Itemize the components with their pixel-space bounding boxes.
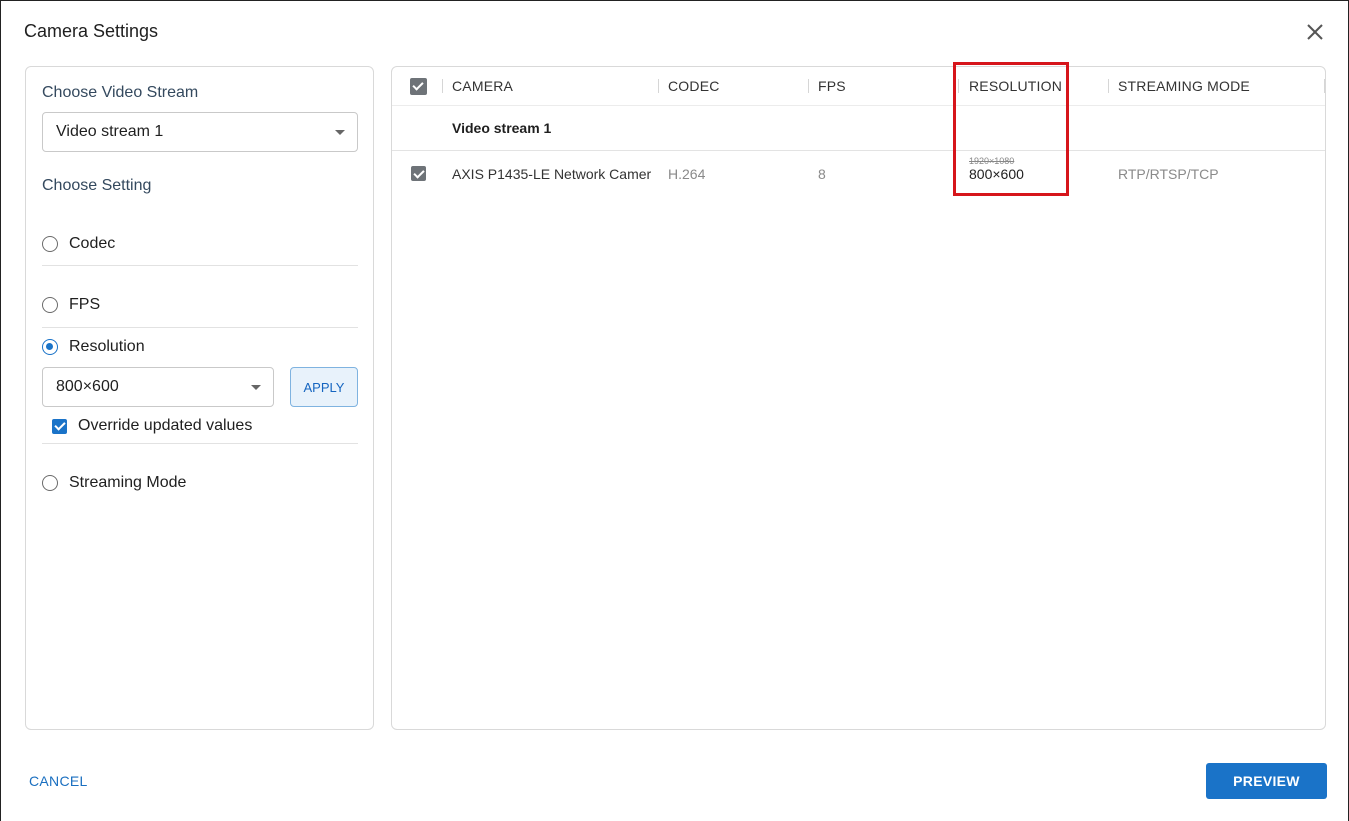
column-header-streaming-mode[interactable]: STREAMING MODE: [1118, 78, 1250, 94]
resolution-label: Resolution: [69, 338, 145, 355]
streaming-mode-radio[interactable]: [42, 475, 58, 491]
codec-value: H.264: [668, 166, 706, 182]
streaming-mode-value: RTP/RTSP/TCP: [1118, 166, 1219, 182]
choose-setting-label: Choose Setting: [42, 177, 152, 194]
fps-value: 8: [818, 166, 826, 182]
column-separator: [1324, 79, 1325, 93]
codec-radio[interactable]: [42, 236, 58, 252]
column-header-codec[interactable]: CODEC: [668, 78, 720, 94]
chevron-down-icon: [251, 385, 261, 390]
column-separator: [658, 79, 659, 93]
select-all-checkbox[interactable]: [410, 78, 427, 95]
divider: [42, 265, 358, 266]
table-header: CAMERA CODEC FPS RESOLUTION STREAMING MO…: [392, 67, 1325, 106]
choose-video-stream-label: Choose Video Stream: [42, 84, 199, 101]
column-separator: [1108, 79, 1109, 93]
column-separator: [442, 79, 443, 93]
column-separator: [958, 79, 959, 93]
updated-resolution: 800×600: [969, 166, 1024, 182]
dialog-title: Camera Settings: [24, 21, 159, 41]
video-stream-select[interactable]: Video stream 1: [42, 112, 358, 152]
streaming-mode-label: Streaming Mode: [69, 474, 187, 491]
option-fps[interactable]: FPS: [42, 296, 358, 314]
resolution-select[interactable]: 800×600: [42, 367, 274, 407]
resolution-select-value: 800×600: [56, 378, 119, 395]
override-label: Override updated values: [78, 417, 253, 434]
fps-label: FPS: [69, 296, 101, 313]
column-header-fps[interactable]: FPS: [818, 78, 846, 94]
group-label: Video stream 1: [452, 120, 552, 136]
chevron-down-icon: [335, 130, 345, 135]
cancel-button[interactable]: CANCEL: [29, 773, 88, 789]
column-header-camera[interactable]: CAMERA: [452, 78, 513, 94]
settings-panel: Choose Video Stream Video stream 1 Choos…: [25, 66, 374, 730]
camera-table: CAMERA CODEC FPS RESOLUTION STREAMING MO…: [391, 66, 1326, 730]
camera-name: AXIS P1435-LE Network Camer: [452, 166, 652, 182]
codec-label: Codec: [69, 235, 116, 252]
option-codec[interactable]: Codec: [42, 235, 358, 253]
original-resolution: 1920×1080: [969, 156, 1015, 166]
preview-button[interactable]: PREVIEW: [1206, 763, 1327, 799]
column-header-resolution[interactable]: RESOLUTION: [969, 78, 1062, 94]
camera-settings-dialog: Camera Settings Choose Video Stream Vide…: [0, 0, 1349, 821]
resolution-radio[interactable]: [42, 339, 58, 355]
divider: [42, 443, 358, 444]
close-icon[interactable]: [1304, 21, 1326, 43]
apply-button[interactable]: APPLY: [290, 367, 358, 407]
group-row: Video stream 1: [392, 106, 1325, 151]
video-stream-value: Video stream 1: [56, 123, 164, 140]
option-resolution[interactable]: Resolution: [42, 338, 358, 356]
column-separator: [808, 79, 809, 93]
override-checkbox[interactable]: [52, 418, 67, 434]
table-row[interactable]: AXIS P1435-LE Network Camer H.264 8 1920…: [392, 151, 1325, 197]
divider: [42, 327, 358, 328]
option-streaming-mode[interactable]: Streaming Mode: [42, 474, 358, 492]
fps-radio[interactable]: [42, 297, 58, 313]
row-checkbox[interactable]: [411, 166, 426, 181]
override-updated-values[interactable]: Override updated values: [52, 417, 252, 435]
